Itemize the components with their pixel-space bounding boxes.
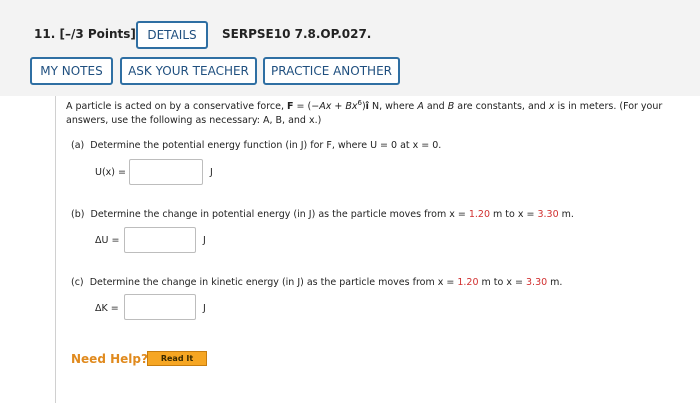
details-button[interactable]: DETAILS xyxy=(136,21,208,49)
problem-code: SERPSE10 7.8.OP.027. xyxy=(222,27,372,41)
delta-u-input[interactable] xyxy=(124,227,196,253)
read-it-button[interactable]: Read It xyxy=(147,351,207,366)
my-notes-button[interactable]: MY NOTES xyxy=(30,57,113,85)
question-intro: A particle is acted on by a conservative… xyxy=(66,98,663,126)
ask-your-teacher-button[interactable]: ASK YOUR TEACHER xyxy=(120,57,257,85)
part-b-prompt: (b) Determine the change in potential en… xyxy=(71,209,574,220)
part-b-unit: J xyxy=(203,235,206,246)
part-c-label: ΔK = xyxy=(95,303,119,314)
part-a-prompt: (a) Determine the potential energy funct… xyxy=(71,140,442,151)
delta-k-input[interactable] xyxy=(124,294,196,320)
part-a-unit: J xyxy=(210,167,213,178)
part-c-unit: J xyxy=(203,303,206,314)
part-a-label: U(x) = xyxy=(95,167,126,178)
part-c-prompt: (c) Determine the change in kinetic ener… xyxy=(71,277,563,288)
potential-energy-input[interactable] xyxy=(129,159,203,185)
need-help-label: Need Help? xyxy=(71,352,148,366)
part-b-label: ΔU = xyxy=(95,235,120,246)
question-number: 11. [–/3 Points] xyxy=(34,27,136,41)
practice-another-button[interactable]: PRACTICE ANOTHER xyxy=(263,57,400,85)
